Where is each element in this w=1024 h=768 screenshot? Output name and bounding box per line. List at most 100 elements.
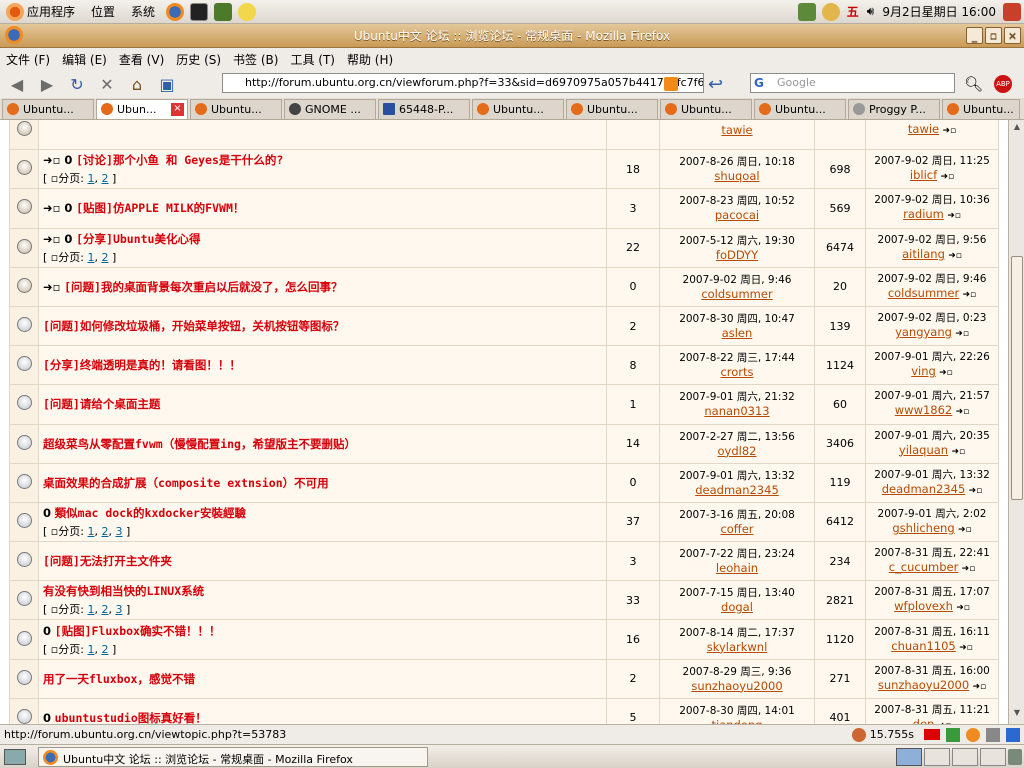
tab-active[interactable]: Ubun... ×	[96, 99, 188, 119]
scroll-thumb[interactable]	[1011, 256, 1023, 500]
topic-title-link[interactable]: ubuntustudio图标真好看！	[55, 711, 207, 724]
user-icon[interactable]	[821, 2, 840, 21]
menu-system[interactable]: 系统	[123, 3, 163, 20]
last-poster-link[interactable]: iblicf	[910, 168, 937, 182]
tab[interactable]: 65448-P...	[378, 99, 470, 119]
author-link[interactable]: skylarkwnl	[660, 640, 814, 654]
stop-icon[interactable]: ✕	[94, 72, 120, 96]
author-link[interactable]: deadman2345	[660, 483, 814, 497]
last-poster-link[interactable]: den	[913, 717, 935, 724]
topic-title-link[interactable]: [讨论]那个小鱼 和 Geyes是干什么的?	[76, 153, 283, 167]
dict-icon[interactable]	[986, 727, 1000, 742]
last-post-arrow-icon[interactable]: ➜▫	[948, 251, 962, 261]
reload-icon[interactable]: ↻	[64, 72, 90, 96]
close-window-button[interactable]: ×	[1004, 27, 1021, 44]
ubuntu-logo-icon[interactable]	[6, 2, 24, 21]
menu-places[interactable]: 位置	[83, 3, 123, 20]
last-post-arrow-icon[interactable]: ➜▫	[955, 329, 969, 339]
workspace-1[interactable]	[896, 748, 922, 766]
last-post-arrow-icon[interactable]: ➜▫	[956, 603, 970, 613]
author-link[interactable]: sunzhaoyu2000	[660, 679, 814, 693]
page-link[interactable]: 2	[101, 525, 108, 538]
last-post-arrow-icon[interactable]: ➜▫	[956, 407, 970, 417]
menu-view[interactable]: 查看 (V)	[113, 51, 170, 68]
rss-icon[interactable]	[664, 77, 678, 91]
last-poster-link[interactable]: coldsummer	[888, 286, 959, 300]
author-link[interactable]: shuqoal	[660, 169, 814, 183]
firefox-status-icon[interactable]	[966, 727, 980, 742]
last-poster-link[interactable]: deadman2345	[882, 482, 966, 496]
author-link[interactable]: nanan0313	[660, 404, 814, 418]
firefox-launcher-icon[interactable]	[166, 2, 185, 21]
scroll-up-icon[interactable]: ▲	[1011, 122, 1023, 134]
help-launcher-icon[interactable]	[238, 2, 257, 21]
last-post-arrow-icon[interactable]: ➜▫	[963, 290, 977, 300]
page-link[interactable]: 2	[101, 643, 108, 656]
topic-title-link[interactable]: [问题]如何修改垃圾桶，开始菜单按钮，关机按钮等图标？	[43, 319, 344, 333]
extension-icon[interactable]	[946, 727, 960, 742]
page-link[interactable]: 1	[87, 525, 94, 538]
page-link[interactable]: 1	[87, 603, 94, 616]
author-link[interactable]: coffer	[660, 522, 814, 536]
topic-title-link[interactable]: 超级菜鸟从零配置fvwm（慢慢配置ing，希望版主不要删贴）	[43, 437, 356, 451]
topic-title-link[interactable]: [问题]请给个桌面主题	[43, 397, 160, 411]
menu-help[interactable]: 帮助 (H)	[341, 51, 399, 68]
page-link[interactable]: 3	[115, 603, 122, 616]
last-post-arrow-icon[interactable]: ➜▫	[969, 486, 983, 496]
firebug-icon[interactable]	[851, 727, 866, 742]
back-icon[interactable]: ◀	[4, 72, 30, 96]
last-poster-link[interactable]: www1862	[895, 403, 952, 417]
author-link[interactable]: tawie	[660, 123, 814, 137]
last-poster-link[interactable]: c_cucumber	[889, 560, 959, 574]
trash-icon[interactable]	[1008, 749, 1022, 765]
search-magnifier-icon[interactable]: 🔍︎	[964, 75, 983, 93]
page-link[interactable]: 2	[101, 251, 108, 264]
minimize-button[interactable]: _	[966, 27, 983, 44]
menu-edit[interactable]: 编辑 (E)	[56, 51, 113, 68]
page-link[interactable]: 1	[87, 251, 94, 264]
topic-title-link[interactable]: [问题]我的桌面背景每次重启以后就没了，怎么回事？	[64, 280, 342, 294]
author-link[interactable]: crorts	[660, 365, 814, 379]
last-poster-link[interactable]: tawie	[908, 122, 939, 136]
last-poster-link[interactable]: gshlicheng	[892, 521, 954, 535]
page-link[interactable]: 3	[115, 525, 122, 538]
scroll-down-icon[interactable]: ▼	[1011, 708, 1023, 720]
tab[interactable]: Ubuntu...	[754, 99, 846, 119]
workspace-4[interactable]	[980, 748, 1006, 766]
last-post-arrow-icon[interactable]: ➜▫	[940, 172, 954, 182]
page-link[interactable]: 1	[87, 643, 94, 656]
last-post-arrow-icon[interactable]: ➜▫	[939, 368, 953, 378]
ime-indicator[interactable]: 五	[847, 3, 859, 20]
menu-history[interactable]: 历史 (S)	[170, 51, 227, 68]
last-poster-link[interactable]: wfplovexh	[894, 599, 953, 613]
author-link[interactable]: dogal	[660, 600, 814, 614]
taskbar-firefox-button[interactable]: Ubuntu中文 论坛 :: 浏览论坛 - 常规桌面 - Mozilla Fir…	[38, 747, 428, 767]
topic-title-link[interactable]: 用了一天fluxbox，感觉不错	[43, 672, 195, 686]
topic-title-link[interactable]: [贴图]Fluxbox确实不错！！！	[55, 624, 221, 638]
author-link[interactable]: coldsummer	[660, 287, 814, 301]
last-poster-link[interactable]: chuan1105	[891, 639, 956, 653]
forward-icon[interactable]: ▶	[34, 72, 60, 96]
close-tab-icon[interactable]: ×	[171, 103, 184, 116]
author-link[interactable]: leohain	[660, 561, 814, 575]
search-input[interactable]: Google	[750, 73, 955, 93]
volume-icon[interactable]: 🔊︎	[867, 4, 875, 19]
last-poster-link[interactable]: radium	[903, 207, 944, 221]
page-link[interactable]: 2	[101, 172, 108, 185]
screenshot-icon[interactable]: ▣	[154, 72, 180, 96]
last-poster-link[interactable]: sunzhaoyu2000	[878, 678, 969, 692]
workspace-3[interactable]	[952, 748, 978, 766]
maximize-button[interactable]: ▫	[985, 27, 1002, 44]
topic-title-link[interactable]: [贴图]仿APPLE MILK的FVWM！	[76, 201, 244, 215]
show-desktop-icon[interactable]	[4, 749, 26, 765]
author-link[interactable]: oydl82	[660, 444, 814, 458]
last-poster-link[interactable]: yangyang	[895, 325, 952, 339]
home-icon[interactable]: ⌂	[124, 72, 150, 96]
author-link[interactable]: foDDYY	[660, 248, 814, 262]
tab[interactable]: Ubuntu...	[660, 99, 752, 119]
tab[interactable]: GNOME ...	[284, 99, 376, 119]
last-post-arrow-icon[interactable]: ➜▫	[962, 564, 976, 574]
last-post-arrow-icon[interactable]: ➜▫	[947, 211, 961, 221]
author-link[interactable]: pacocai	[660, 208, 814, 222]
last-poster-link[interactable]: aitilang	[902, 247, 945, 261]
